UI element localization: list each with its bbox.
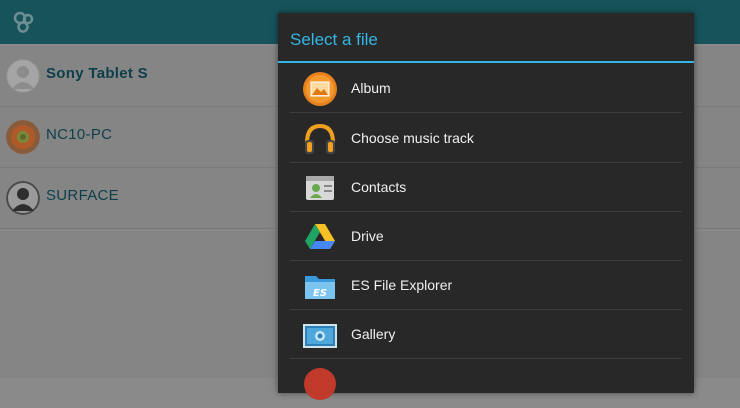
item-label: Gallery xyxy=(351,326,396,342)
divider xyxy=(290,112,682,113)
app-icon xyxy=(302,366,338,402)
flower-avatar xyxy=(6,120,40,154)
person-avatar xyxy=(6,181,40,215)
list-item-gallery[interactable]: Gallery xyxy=(278,310,694,359)
list-item-partial[interactable] xyxy=(278,359,694,408)
device-name: Sony Tablet S xyxy=(46,65,148,82)
item-label: Contacts xyxy=(351,179,407,195)
list-item-es-file-explorer[interactable]: ES ES File Explorer xyxy=(278,261,694,310)
item-label: Drive xyxy=(351,228,384,244)
list-item-music[interactable]: Choose music track xyxy=(278,114,694,163)
drive-icon xyxy=(302,219,338,255)
es-file-explorer-icon: ES xyxy=(302,268,338,304)
gallery-icon xyxy=(302,317,338,353)
list-item-drive[interactable]: Drive xyxy=(278,212,694,261)
dialog-title: Select a file xyxy=(290,30,378,49)
item-label: Choose music track xyxy=(351,130,474,146)
device-name: SURFACE xyxy=(46,187,119,204)
item-label: ES File Explorer xyxy=(351,277,453,293)
list-item-contacts[interactable]: Contacts xyxy=(278,163,694,212)
select-file-dialog: Select a file Album Choose music track C… xyxy=(278,13,694,400)
album-icon xyxy=(302,71,338,107)
contacts-icon xyxy=(302,170,338,206)
list-item-album[interactable]: Album xyxy=(278,64,694,113)
tablet-avatar xyxy=(6,59,40,93)
svg-text:ES: ES xyxy=(313,288,327,299)
device-name: NC10-PC xyxy=(46,126,113,143)
app-logo-icon[interactable] xyxy=(12,10,36,38)
headphones-icon xyxy=(302,121,338,157)
item-label: Album xyxy=(351,80,391,96)
title-divider xyxy=(278,61,694,63)
